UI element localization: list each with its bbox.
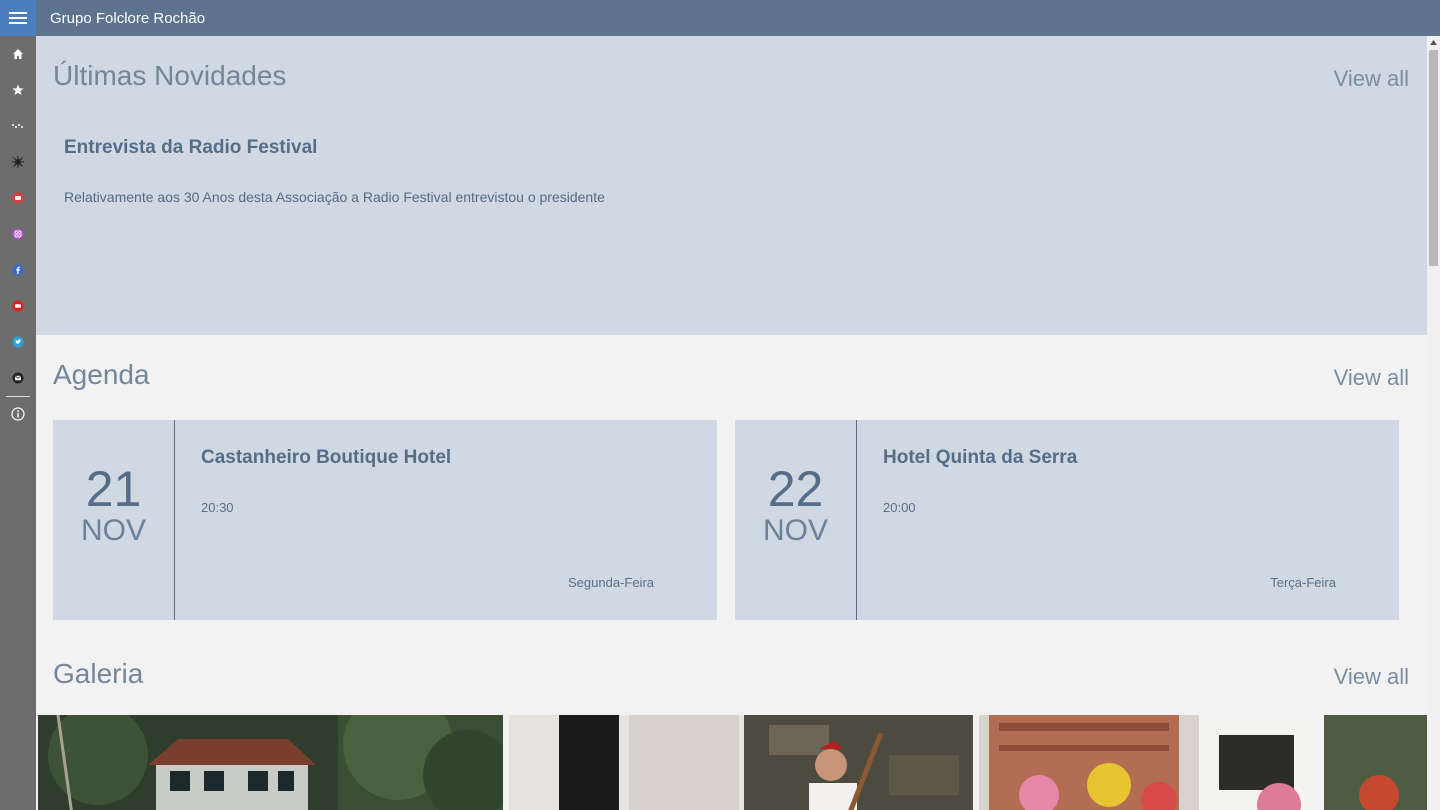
- facebook-icon: [12, 264, 24, 276]
- vertical-scrollbar[interactable]: [1427, 36, 1440, 810]
- gallery-view-all-link[interactable]: View all: [1334, 664, 1409, 690]
- sidebar-item-favorites[interactable]: [0, 72, 36, 108]
- agenda-view-all-link[interactable]: View all: [1334, 365, 1409, 391]
- sidebar-item-youtube-channel[interactable]: [0, 288, 36, 324]
- sidebar: [0, 36, 36, 810]
- gallery-photo-flowers: [979, 715, 1427, 810]
- event-date: 22 NOV: [735, 420, 857, 620]
- mail-icon: [12, 372, 24, 384]
- scroll-thumb[interactable]: [1429, 50, 1438, 266]
- youtube-red-icon: [12, 300, 24, 312]
- event-day: 22: [767, 461, 824, 517]
- event-weekday: Segunda-Feira: [568, 575, 654, 590]
- sidebar-item-instagram[interactable]: [0, 216, 36, 252]
- home-icon: [13, 49, 23, 59]
- agenda-heading: Agenda: [53, 359, 150, 390]
- event-day: 21: [85, 461, 142, 517]
- twitter-icon: [12, 336, 24, 348]
- event-month: NOV: [762, 514, 828, 547]
- event-time: 20:00: [883, 500, 916, 515]
- logo-icon: [12, 156, 24, 168]
- youtube-icon: [12, 192, 24, 204]
- chevron-up-icon: [1430, 39, 1437, 45]
- sidebar-item-twitter[interactable]: [0, 324, 36, 360]
- news-item-text: Relativamente aos 30 Anos desta Associaç…: [64, 189, 605, 205]
- hamburger-menu-button[interactable]: [0, 0, 36, 36]
- gallery-photo[interactable]: [979, 715, 1427, 810]
- sidebar-item-mail[interactable]: [0, 360, 36, 396]
- event-card[interactable]: 22 NOV Hotel Quinta da Serra 20:00 Terça…: [735, 420, 1399, 620]
- news-view-all-link[interactable]: View all: [1334, 66, 1409, 92]
- news-heading: Últimas Novidades: [53, 60, 287, 91]
- sidebar-item-youtube[interactable]: [0, 180, 36, 216]
- gallery-photo-dancer: [509, 715, 973, 810]
- event-name: Castanheiro Boutique Hotel: [201, 447, 452, 468]
- sidebar-item-stars[interactable]: [0, 108, 36, 144]
- sidebar-item-home[interactable]: [0, 36, 36, 72]
- main-content: Últimas Novidades View all Entrevista da…: [36, 36, 1427, 810]
- gallery-photo-house: [38, 715, 503, 810]
- gallery-photo[interactable]: [38, 715, 503, 810]
- news-item-title: Entrevista da Radio Festival: [64, 137, 318, 158]
- sidebar-item-about[interactable]: [0, 396, 36, 432]
- info-icon: [11, 407, 25, 421]
- instagram-icon: [12, 228, 24, 240]
- event-card[interactable]: 21 NOV Castanheiro Boutique Hotel 20:30 …: [53, 420, 717, 620]
- scroll-up-button[interactable]: [1427, 36, 1440, 48]
- event-month: NOV: [80, 514, 146, 547]
- stars-icon: [12, 124, 23, 128]
- gallery-photo[interactable]: [509, 715, 973, 810]
- sidebar-item-group[interactable]: [0, 144, 36, 180]
- news-section: Últimas Novidades View all Entrevista da…: [36, 36, 1427, 335]
- event-weekday: Terça-Feira: [1270, 575, 1336, 590]
- hamburger-icon: [9, 12, 27, 24]
- gallery-heading: Galeria: [53, 658, 144, 689]
- star-icon: [12, 84, 24, 95]
- event-name: Hotel Quinta da Serra: [883, 447, 1078, 468]
- event-time: 20:30: [201, 500, 234, 515]
- sidebar-item-facebook[interactable]: [0, 252, 36, 288]
- app-title: Grupo Folclore Rochão: [50, 10, 206, 27]
- title-bar: Grupo Folclore Rochão: [0, 0, 1440, 36]
- event-date: 21 NOV: [53, 420, 175, 620]
